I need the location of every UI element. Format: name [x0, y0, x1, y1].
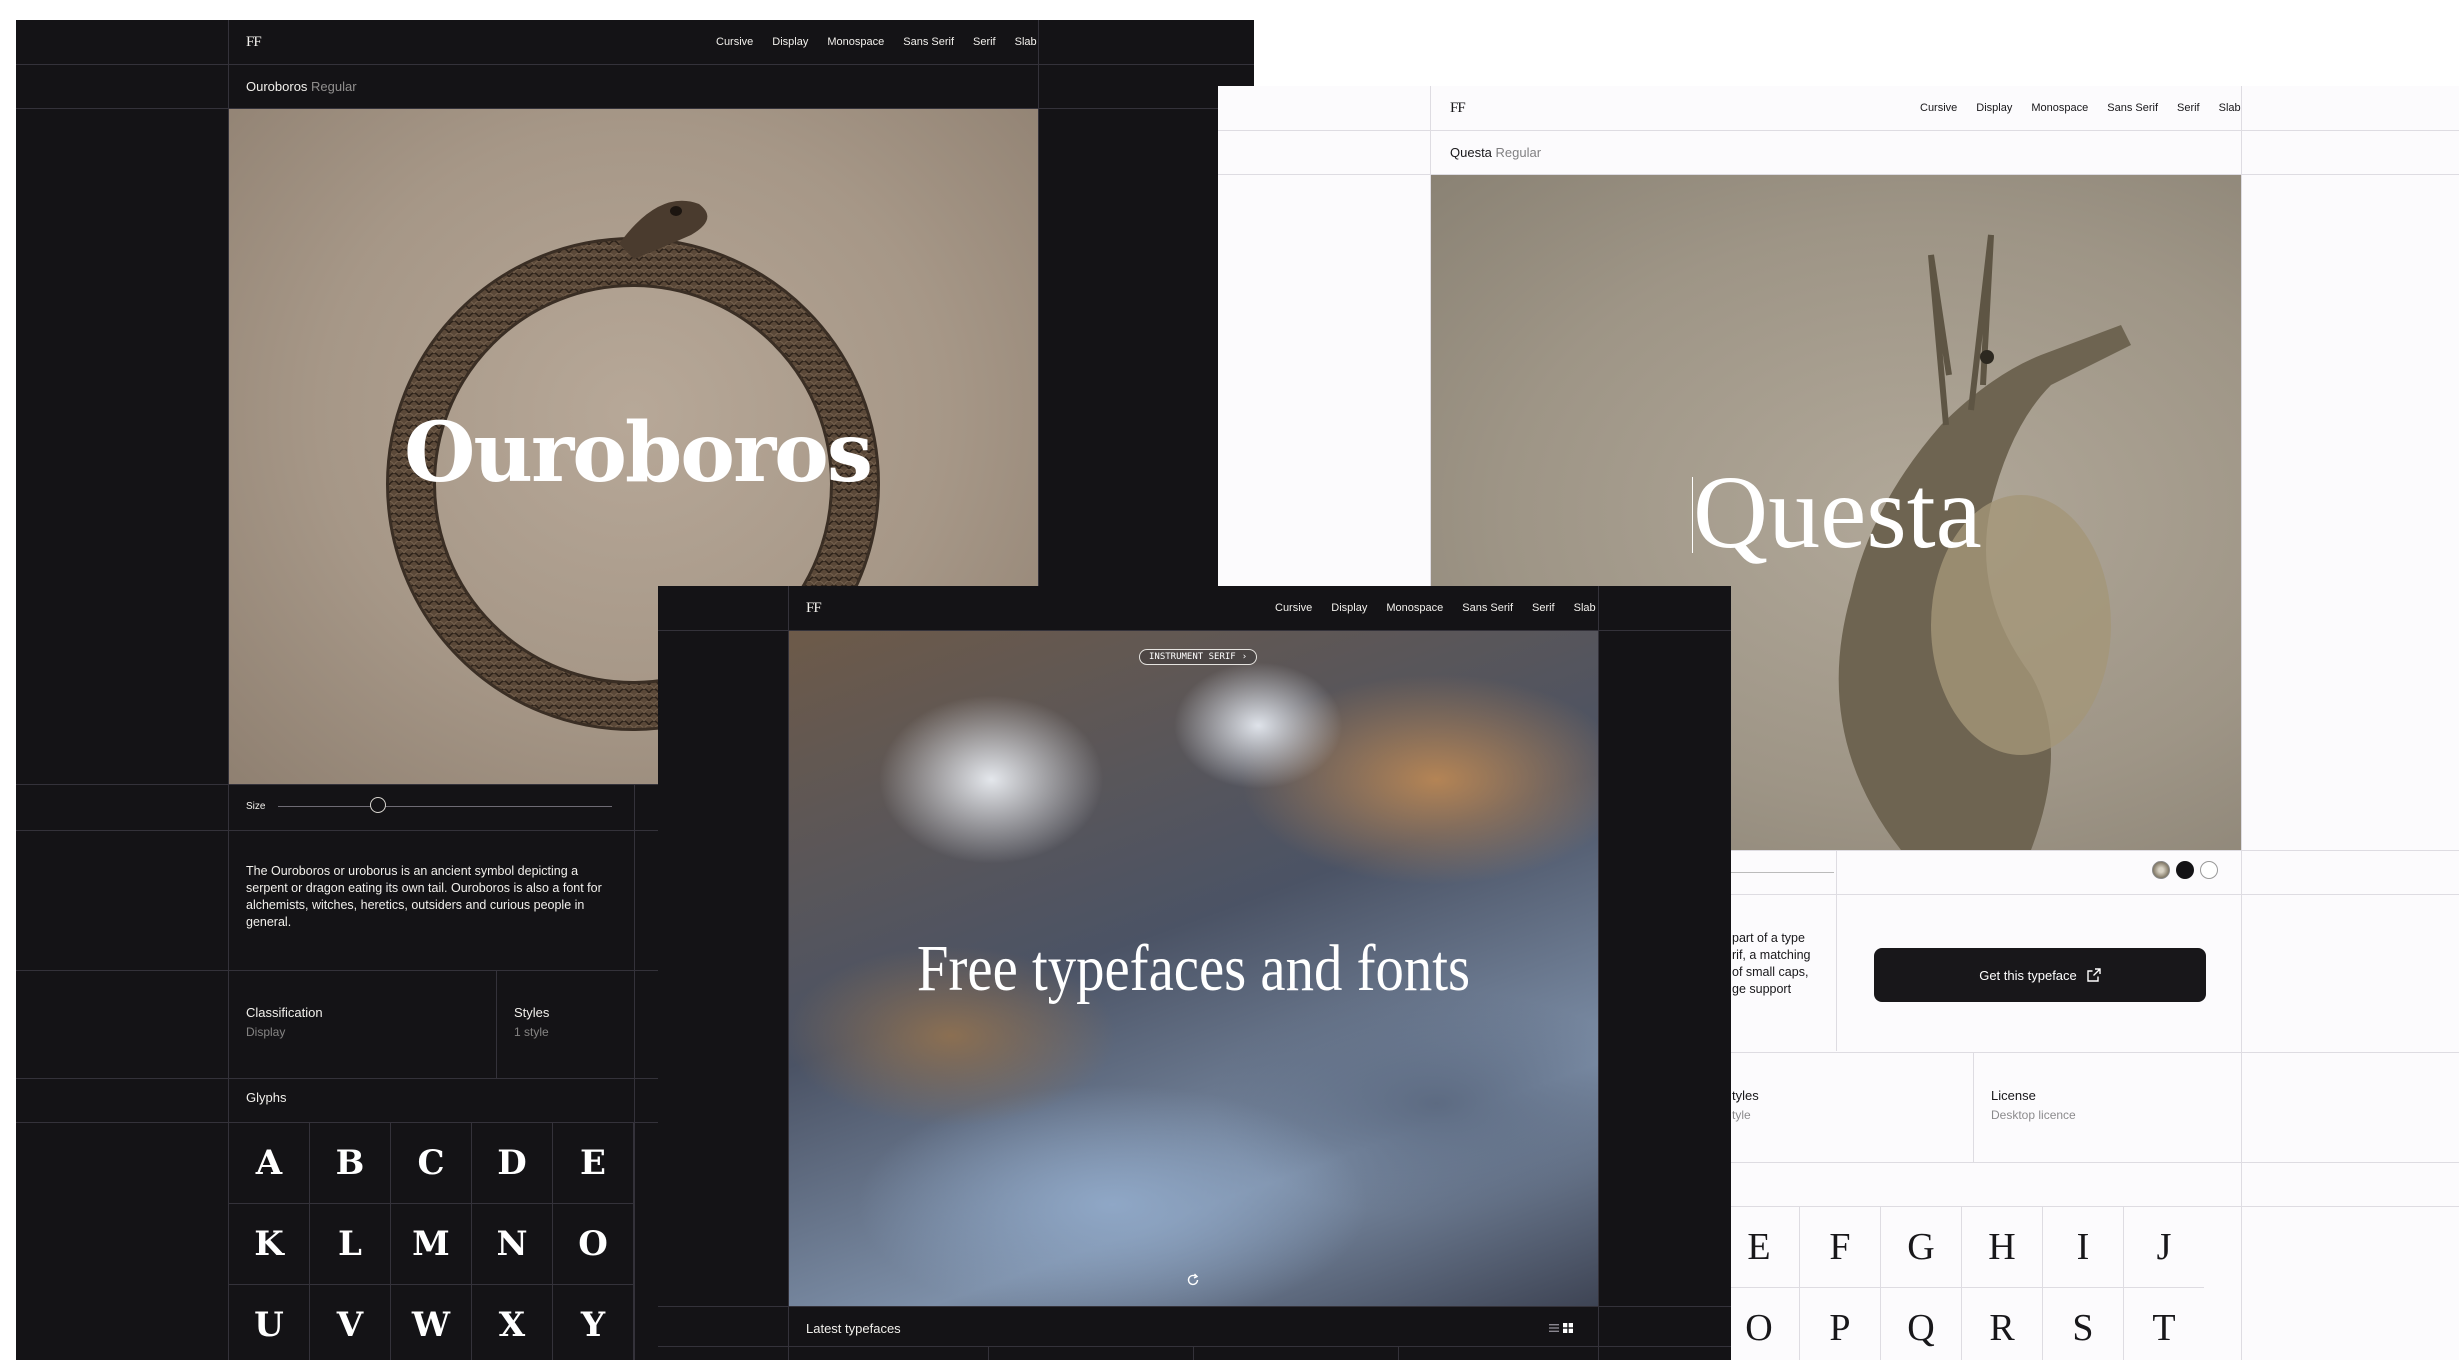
styles-label: Styles [514, 1005, 550, 1020]
get-typeface-label: Get this typeface [1979, 967, 2077, 983]
nav-slab[interactable]: Slab [1574, 602, 1596, 614]
typeface-weight: Regular [1495, 145, 1542, 160]
typeface-weight: Regular [311, 79, 357, 94]
questa-description-fragment: part of a type rif, a matching of small … [1732, 931, 1811, 996]
chevron-right-icon: › [1241, 652, 1248, 662]
slider-track-fragment [1718, 872, 1834, 873]
main-nav: Cursive Display Monospace Sans Serif Ser… [1275, 602, 1596, 614]
home-window: FF Cursive Display Monospace Sans Serif … [658, 586, 1731, 1360]
glyph-cell[interactable]: S [2042, 1288, 2123, 1360]
size-slider-thumb[interactable] [370, 797, 387, 813]
nav-cursive[interactable]: Cursive [1920, 102, 1957, 114]
site-logo[interactable]: FF [806, 600, 822, 617]
size-label: Size [246, 801, 266, 812]
glyph-cell[interactable]: N [472, 1204, 553, 1285]
questa-glyph-grid: EFGHIJOPQRST [1718, 1207, 2242, 1360]
glyph-cell[interactable]: F [1799, 1207, 1880, 1288]
size-slider-track[interactable] [278, 806, 612, 807]
glyph-cell[interactable]: P [1799, 1288, 1880, 1360]
styles-label-fragment: tyles [1732, 1088, 1759, 1103]
refresh-icon[interactable] [1186, 1273, 1200, 1287]
glyph-cell[interactable]: L [310, 1204, 391, 1285]
site-logo[interactable]: FF [246, 34, 262, 51]
typeface-name: Questa [1450, 145, 1492, 160]
glyph-cell[interactable]: X [472, 1285, 553, 1360]
nav-sans-serif[interactable]: Sans Serif [2107, 102, 2158, 114]
nav-cursive[interactable]: Cursive [1275, 602, 1312, 614]
styles-value: 1 style [514, 1025, 549, 1039]
home-hero-title: Free typefaces and fonts [916, 932, 1471, 1005]
ouroboros-description: The Ouroboros or uroborus is an ancient … [246, 864, 602, 929]
glyph-cell[interactable]: K [229, 1204, 310, 1285]
glyph-cell[interactable]: R [1961, 1288, 2042, 1360]
get-typeface-button[interactable]: Get this typeface [1874, 948, 2206, 1002]
license-label: License [1991, 1088, 2036, 1103]
list-view-icon[interactable] [1549, 1323, 1559, 1333]
glyph-cell[interactable]: H [1961, 1207, 2042, 1288]
glyph-cell[interactable]: U [229, 1285, 310, 1360]
nav-serif[interactable]: Serif [973, 36, 996, 48]
main-nav: Cursive Display Monospace Sans Serif Ser… [1920, 102, 2241, 114]
nav-display[interactable]: Display [1331, 602, 1367, 614]
site-logo[interactable]: FF [1450, 100, 1466, 117]
nav-monospace[interactable]: Monospace [1386, 602, 1443, 614]
swatch-image[interactable] [2152, 861, 2170, 879]
nav-monospace[interactable]: Monospace [827, 36, 884, 48]
glyph-cell[interactable]: J [2123, 1207, 2204, 1288]
glyph-cell[interactable]: Y [553, 1285, 634, 1360]
typeface-breadcrumb: Questa Regular [1450, 145, 1541, 160]
nav-sans-serif[interactable]: Sans Serif [903, 36, 954, 48]
classification-value: Display [246, 1025, 286, 1039]
questa-hero-title: Questa [1693, 455, 1982, 570]
glyph-cell[interactable]: G [1880, 1207, 1961, 1288]
glyph-cell[interactable]: V [310, 1285, 391, 1360]
glyph-cell[interactable]: O [553, 1204, 634, 1285]
typeface-name: Ouroboros [246, 79, 308, 94]
ouroboros-hero-title: Ouroboros [404, 405, 873, 501]
main-nav: Cursive Display Monospace Sans Serif Ser… [716, 36, 1037, 48]
glyph-cell[interactable]: T [2123, 1288, 2204, 1360]
instrument-serif-pill[interactable]: INSTRUMENT SERIF › [1139, 649, 1258, 665]
nav-slab[interactable]: Slab [1015, 36, 1037, 48]
nav-cursive[interactable]: Cursive [716, 36, 753, 48]
nav-monospace[interactable]: Monospace [2031, 102, 2088, 114]
nav-display[interactable]: Display [772, 36, 808, 48]
pill-label: INSTRUMENT SERIF [1149, 652, 1236, 662]
latest-typefaces-label: Latest typefaces [806, 1321, 901, 1336]
styles-value-fragment: tyle [1732, 1108, 1751, 1122]
swatch-dark[interactable] [2176, 861, 2194, 879]
typeface-breadcrumb: Ouroboros Regular [246, 79, 357, 94]
nav-serif[interactable]: Serif [1532, 602, 1555, 614]
nav-slab[interactable]: Slab [2219, 102, 2241, 114]
glyph-cell[interactable]: A [229, 1123, 310, 1204]
classification-label: Classification [246, 1005, 323, 1020]
nav-display[interactable]: Display [1976, 102, 2012, 114]
nav-serif[interactable]: Serif [2177, 102, 2200, 114]
nav-sans-serif[interactable]: Sans Serif [1462, 602, 1513, 614]
grid-view-icon[interactable] [1563, 1323, 1573, 1333]
home-hero: INSTRUMENT SERIF › Free typefaces and fo… [789, 631, 1598, 1306]
glyph-cell[interactable]: C [391, 1123, 472, 1204]
license-value: Desktop licence [1991, 1108, 2076, 1122]
glyph-cell[interactable]: E [553, 1123, 634, 1204]
glyph-cell[interactable]: W [391, 1285, 472, 1360]
swatch-light[interactable] [2200, 861, 2218, 879]
glyph-cell[interactable]: Q [1880, 1288, 1961, 1360]
glyph-cell[interactable]: B [310, 1123, 391, 1204]
glyph-cell[interactable]: D [472, 1123, 553, 1204]
external-link-icon [2087, 968, 2101, 982]
glyphs-label: Glyphs [246, 1090, 287, 1105]
glyph-cell[interactable]: M [391, 1204, 472, 1285]
glyph-cell[interactable]: I [2042, 1207, 2123, 1288]
